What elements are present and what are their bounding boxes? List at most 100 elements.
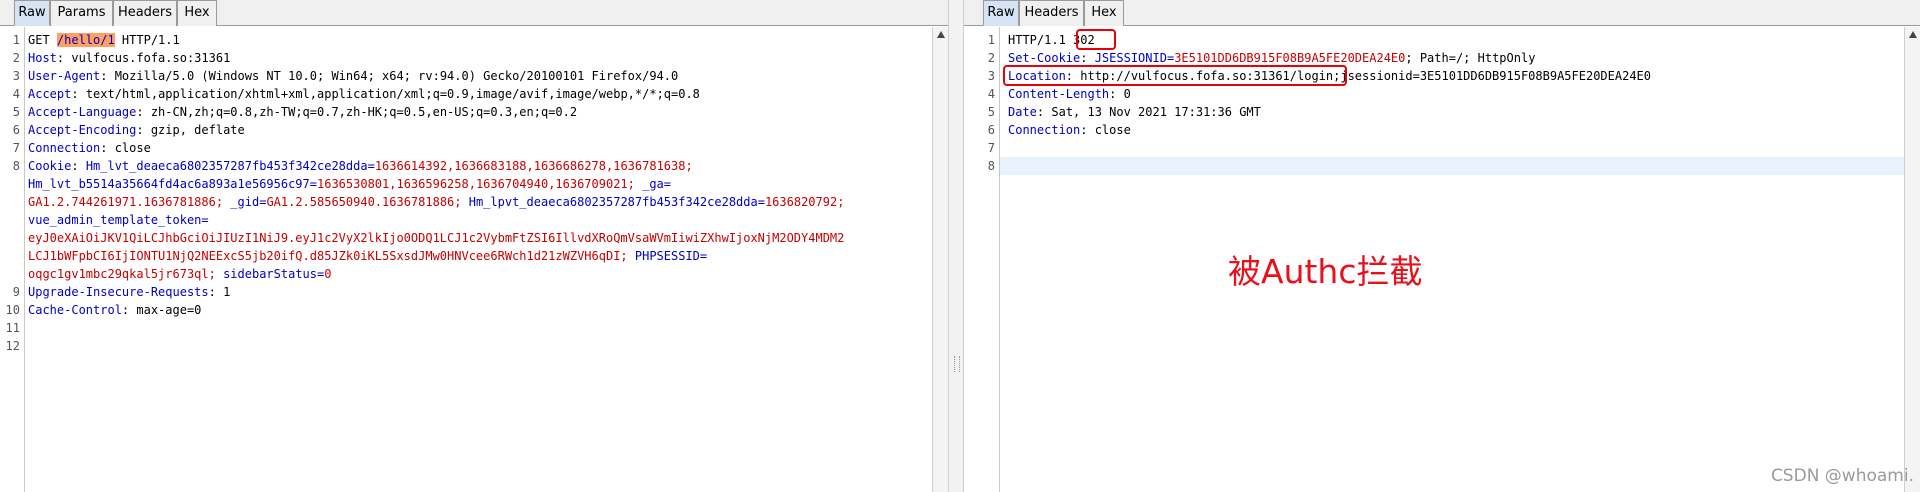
splitter-grip-icon[interactable] [954,356,960,372]
line-number: 11 [5,321,20,335]
line-number: 7 [987,141,995,155]
tab-raw[interactable]: Raw [983,0,1019,26]
header-value: close [107,141,151,155]
header-key: Set-Cookie [1008,51,1081,65]
cookie-value: GA1.2.585650940.1636781886; [266,195,469,209]
cookie-value: GA1.2.744261971.1636781886; [28,195,231,209]
request-editor[interactable]: 1 2 3 4 5 6 7 8 9 10 11 12 GET /hello/1 … [0,27,932,492]
tab-raw[interactable]: Raw [14,0,50,26]
header-line: Date: Sat, 13 Nov 2021 17:31:36 GMT [1008,105,1261,119]
line-number: 8 [12,159,20,173]
cookie-name: PHPSESSID [634,249,700,263]
cookie-line: Hm_lvt_b5514a35664fd4ac6a893a1e56956c97=… [28,177,672,191]
tab-headers[interactable]: Headers [1019,0,1084,26]
header-line: Content-Length: 0 [1008,87,1131,101]
cookie-line: LCJ1bWFpbCI6IjIONTU1NjQ2NEExcS5jb20ifQ.d… [28,247,707,265]
header-value: Sat, 13 Nov 2021 17:31:36 GMT [1044,105,1261,119]
response-pane: Raw Headers Hex 1 2 3 4 5 6 7 8 HTTP/1.1… [964,0,1920,492]
header-value: 0 [1116,87,1131,101]
header-key: Content-Length [1008,87,1110,101]
header-value: 1 [215,285,231,299]
location-highlight-box [1003,65,1347,86]
tab-hex[interactable]: Hex [1084,0,1124,26]
header-line: Connection: close [28,141,151,155]
header-line: Accept-Language: zh-CN,zh;q=0.8,zh-TW;q=… [28,105,578,119]
cookie-name: JSESSIONID [1094,51,1167,65]
http-version: HTTP/1.1 [1008,33,1074,47]
header-key: Accept [28,87,72,101]
header-value: jsessionid=3E5101DD6DB915F08B9A5FE20DEA2… [1340,69,1652,83]
line-number-gutter: 1 2 3 4 5 6 7 8 [975,27,1000,492]
header-value: text/html,application/xhtml+xml,applicat… [78,87,700,101]
scroll-up-arrow-icon[interactable] [937,31,945,38]
header-key: Upgrade-Insecure-Requests [28,285,209,299]
annotation-text: 被Authc拦截 [1228,252,1423,291]
line-number: 12 [5,339,20,353]
cookie-line: eyJ0eXAiOiJKV1QiLCJhbGciOiJIUzI1NiJ9.eyJ… [28,229,844,247]
cookie-value: 3E5101DD6DB915F08B9A5FE20DEA24E0 [1174,51,1406,65]
cookie-name: _gid [230,195,260,209]
header-key: Connection [28,141,101,155]
header-line: Host: vulfocus.fofa.so:31361 [28,51,231,65]
scroll-up-arrow-icon[interactable] [1909,31,1917,38]
cookie-line: Cookie: Hm_lvt_deaeca6802357287fb453f342… [28,159,693,173]
header-key: Host [28,51,57,65]
request-pane: Raw Params Headers Hex 1 2 3 4 5 6 7 8 9… [0,0,948,492]
request-vertical-scrollbar[interactable] [932,27,948,492]
header-key: Connection [1008,123,1081,137]
header-key: Accept-Language [28,105,137,119]
request-tabbar: Raw Params Headers Hex [0,0,948,26]
cookie-value: oqgc1gv1mbc29qkal5jr673ql; [28,267,224,281]
line-number: 1 [12,33,20,47]
header-line: User-Agent: Mozilla/5.0 (Windows NT 10.0… [28,69,679,83]
line-number: 3 [12,69,20,83]
header-value: max-age=0 [129,303,202,317]
tab-headers[interactable]: Headers [113,0,177,26]
line-number: 1 [987,33,995,47]
header-value: gzip, deflate [143,123,245,137]
header-key: Date [1008,105,1037,119]
cookie-name: vue_admin_template_token [28,213,202,227]
header-value: ; Path=/; HttpOnly [1405,51,1536,65]
cookie-name: Hm_lpvt_deaeca6802357287fb453f342ce28dda [468,195,758,209]
cookie-value: 1636530801,1636596258,1636704940,1636709… [317,177,643,191]
request-path-highlight: /hello/1 [56,33,115,47]
pane-splitter[interactable] [948,0,964,492]
tab-params[interactable]: Params [50,0,113,26]
header-value: Mozilla/5.0 (Windows NT 10.0; Win64; x64… [107,69,679,83]
cookie-name: Hm_lvt_b5514a35664fd4ac6a893a1e56956c97 [28,177,310,191]
line-number: 6 [987,123,995,137]
header-value: zh-CN,zh;q=0.8,zh-TW;q=0.7,zh-HK;q=0.5,e… [143,105,578,119]
current-line-highlight [1000,157,1904,175]
header-line: Upgrade-Insecure-Requests: 1 [28,285,231,299]
line-number: 9 [12,285,20,299]
line-number: 4 [987,87,995,101]
header-line: Connection: close [1008,123,1131,137]
header-line: Accept: text/html,application/xhtml+xml,… [28,87,700,101]
line-number: 10 [5,303,20,317]
line-number: 8 [987,159,995,173]
line-number: 5 [12,105,20,119]
request-line: GET /hello/1 HTTP/1.1 [28,31,180,49]
cookie-line: oqgc1gv1mbc29qkal5jr673ql; sidebarStatus… [28,267,332,281]
header-key: Cache-Control [28,303,122,317]
cookie-equals: = [699,249,708,263]
line-number: 5 [987,105,995,119]
response-editor[interactable]: 1 2 3 4 5 6 7 8 HTTP/1.1 302 Set-Cookie:… [964,27,1904,492]
header-value: vulfocus.fofa.so:31361 [64,51,231,65]
response-vertical-scrollbar[interactable] [1904,27,1920,492]
header-line: Accept-Encoding: gzip, deflate [28,123,245,137]
header-key: Cookie [28,159,72,173]
header-key: User-Agent [28,69,101,83]
cookie-line: vue_admin_template_token= [28,213,209,227]
line-number: 2 [987,51,995,65]
cookie-value: LCJ1bWFpbCI6IjIONTU1NjQ2NEExcS5jb20ifQ.d… [28,249,635,263]
line-number: 6 [12,123,20,137]
status-code-highlight-box [1076,29,1116,50]
line-number: 2 [12,51,20,65]
cookie-name: sidebarStatus [223,267,317,281]
tab-hex[interactable]: Hex [177,0,217,26]
header-line: Cache-Control: max-age=0 [28,303,202,317]
line-number-gutter: 1 2 3 4 5 6 7 8 9 10 11 12 [0,27,25,492]
response-tabbar: Raw Headers Hex [964,0,1920,26]
